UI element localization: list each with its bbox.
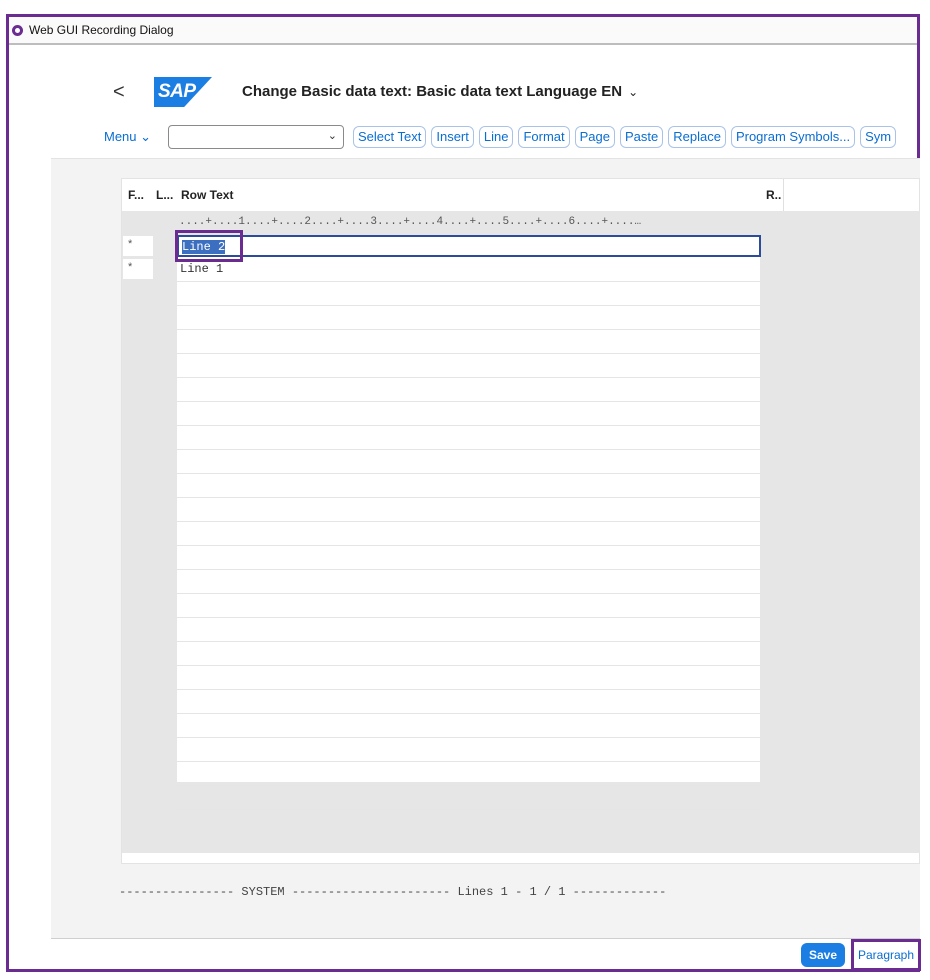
column-header-line[interactable]: L...: [156, 188, 173, 202]
toolbar-buttons: Select Text Insert Line Format Page Past…: [353, 126, 897, 148]
editor-panel: F... L... Row Text R.. ....+....1....+..…: [51, 158, 920, 939]
row-divider: [177, 353, 760, 354]
column-header-format[interactable]: F...: [128, 188, 144, 202]
row-divider: [177, 569, 760, 570]
column-header-row-text[interactable]: Row Text: [181, 188, 233, 202]
column-header-r[interactable]: R..: [766, 188, 781, 202]
back-button[interactable]: <: [113, 81, 125, 104]
page-title[interactable]: Change Basic data text: Basic data text …: [242, 83, 638, 100]
format-cell[interactable]: *: [123, 236, 153, 256]
status-line: ---------------- SYSTEM ----------------…: [119, 885, 667, 899]
column-divider: [783, 179, 784, 211]
table-header: F... L... Row Text R..: [122, 179, 919, 212]
page-title-text: Change Basic data text: Basic data text …: [242, 83, 623, 100]
row-divider: [177, 665, 760, 666]
row-divider: [177, 761, 760, 762]
row-divider: [177, 593, 760, 594]
sap-logo: SAP: [154, 77, 212, 107]
select-text-button[interactable]: Select Text: [353, 126, 427, 148]
save-button[interactable]: Save: [801, 943, 846, 967]
row-divider: [177, 617, 760, 618]
row-divider: [177, 281, 760, 282]
page-header: < SAP Change Basic data text: Basic data…: [9, 73, 917, 113]
row-divider: [177, 545, 760, 546]
row-divider: [177, 713, 760, 714]
symbols-button[interactable]: Sym: [860, 126, 897, 148]
text-editor-table: F... L... Row Text R.. ....+....1....+..…: [121, 178, 920, 864]
insert-button[interactable]: Insert: [431, 126, 474, 148]
menu-label: Menu: [104, 129, 137, 144]
row-text-area: [177, 236, 760, 782]
row-divider: [177, 737, 760, 738]
app-icon: [12, 24, 23, 36]
program-symbols-button[interactable]: Program Symbols...: [730, 126, 856, 148]
column-ruler: ....+....1....+....2....+....3....+....4…: [179, 216, 642, 228]
replace-button[interactable]: Replace: [668, 126, 726, 148]
row-divider: [177, 497, 760, 498]
chevron-down-icon: ⌄: [327, 130, 337, 142]
row-divider: [177, 809, 760, 810]
row-text: Line 1: [180, 262, 224, 276]
paste-button[interactable]: Paste: [620, 126, 664, 148]
recording-dialog-window: Web GUI Recording Dialog < SAP Change Ba…: [6, 14, 921, 972]
row-divider: [177, 641, 760, 642]
row-divider: [177, 785, 760, 786]
page-button[interactable]: Page: [574, 126, 615, 148]
row-divider: [177, 305, 760, 306]
row-divider: [177, 401, 760, 402]
row-divider: [177, 473, 760, 474]
window-title: Web GUI Recording Dialog: [29, 23, 174, 37]
row-divider: [177, 689, 760, 690]
paragraph-button[interactable]: Paragraph: [851, 939, 921, 971]
footer-divider: [51, 938, 920, 939]
highlight-box: [175, 230, 243, 262]
toolbar-select[interactable]: ⌄: [168, 125, 344, 149]
menu-button[interactable]: Menu ⌄: [104, 129, 151, 145]
toolbar: Menu ⌄ ⌄ Select Text Insert Line Format …: [9, 125, 920, 151]
row-divider: [177, 449, 760, 450]
row-divider: [177, 521, 760, 522]
text-row-input[interactable]: Line 1: [177, 259, 761, 281]
format-cell[interactable]: *: [123, 259, 153, 279]
line-button[interactable]: Line: [478, 126, 514, 148]
format-button[interactable]: Format: [518, 126, 570, 148]
chevron-down-icon: ⌄: [140, 129, 152, 144]
text-row-input[interactable]: Line 2: [177, 235, 761, 257]
row-divider: [177, 377, 760, 378]
row-divider: [177, 329, 760, 330]
chevron-down-icon: ⌄: [628, 85, 639, 99]
row-divider: [177, 425, 760, 426]
window-titlebar: Web GUI Recording Dialog: [9, 17, 917, 45]
